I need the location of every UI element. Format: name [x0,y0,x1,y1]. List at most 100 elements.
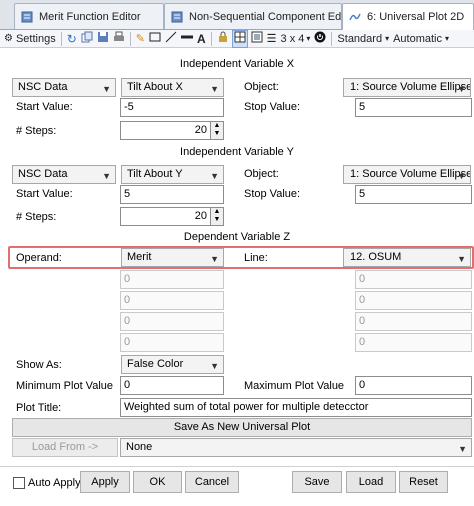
power-button[interactable] [313,31,327,47]
z-param-input[interactable]: 0 [355,291,472,310]
apply-button[interactable]: Apply [80,471,130,493]
y-stop-label: Stop Value: [244,188,301,200]
settings-label: Settings [15,32,56,45]
y-object-select[interactable]: 1: Source Volume Ellipse ▼ [343,165,471,184]
chevron-down-icon: ▼ [457,171,466,181]
y-steps-label: # Steps: [16,211,57,223]
y-param-select[interactable]: Tilt About Y ▼ [121,165,224,184]
x-stop-label: Stop Value: [244,101,301,113]
y-type-select[interactable]: NSC Data ▼ [12,165,116,184]
layout-label: 3 x 4 [280,32,305,45]
min-plot-input[interactable]: 0 [120,376,224,395]
print-icon [113,31,125,46]
auto-apply-label[interactable]: Auto Apply [28,474,81,492]
plot-title-label: Plot Title: [16,402,62,414]
select-value: Merit [127,251,152,263]
chevron-down-icon: ▾ [306,34,311,43]
editor-icon [171,11,183,23]
standard-dropdown[interactable]: Standard ▾ [336,31,390,47]
x-start-label: Start Value: [16,101,73,113]
text-icon: A [197,31,206,46]
max-plot-input[interactable]: 0 [355,376,472,395]
z-param-input[interactable]: 0 [120,312,224,331]
chevron-down-icon: ▼ [210,254,219,264]
save-button[interactable]: Save [292,471,342,493]
thick-line-button[interactable] [180,31,194,47]
z-param-input[interactable]: 0 [120,333,224,352]
line-button[interactable] [164,31,178,47]
save-icon [97,31,109,46]
plot-icon [349,11,361,23]
independent-variable-y-heading: Independent Variable Y [180,146,294,158]
x-steps-input[interactable]: 20 [120,121,224,140]
load-from-button[interactable]: Load From -> [12,438,118,457]
text-button[interactable]: A [196,31,207,47]
toolbar-separator [331,31,333,46]
chevron-down-icon: ▼ [102,84,111,94]
load-button[interactable]: Load [346,471,396,493]
zoom-button[interactable] [250,31,264,47]
lock-button[interactable] [216,31,230,47]
select-value: Tilt About Y [127,168,183,180]
chevron-down-icon: ▼ [457,84,466,94]
z-param-input[interactable]: 0 [120,291,224,310]
automatic-label: Automatic [393,32,443,45]
refresh-button[interactable]: ↻ [66,31,78,47]
print-button[interactable] [112,31,126,47]
automatic-dropdown[interactable]: Automatic ▾ [392,31,450,47]
select-value: NSC Data [18,168,68,180]
x-start-input[interactable]: -5 [120,98,224,117]
x-stop-input[interactable]: 5 [355,98,472,117]
tab-universal-plot-2d[interactable]: 6: Universal Plot 2D [342,3,474,30]
y-steps-spinner[interactable]: ▲ ▼ [210,207,224,226]
chevron-down-icon: ▼ [210,171,219,181]
y-object-label: Object: [244,168,279,180]
tab-non-sequential-component-editor[interactable]: Non-Sequential Component Editor [164,3,342,29]
spin-up-icon: ▲ [213,208,221,215]
tab-label: Non-Sequential Component Editor [189,10,342,23]
cancel-button[interactable]: Cancel [185,471,239,493]
operand-label: Operand: [16,252,62,264]
x-object-select[interactable]: 1: Source Volume Ellipse ▼ [343,78,471,97]
reset-button[interactable]: Reset [399,471,448,493]
settings-button[interactable]: ⚙ Settings [3,31,57,47]
spin-down-icon: ▼ [213,130,221,137]
z-param-input[interactable]: 0 [355,333,472,352]
save-as-new-universal-plot-button[interactable]: Save As New Universal Plot [12,418,472,437]
tab-label: 6: Universal Plot 2D [367,11,465,23]
x-param-select[interactable]: Tilt About X ▼ [121,78,224,97]
standard-label: Standard [337,32,383,45]
z-param-input[interactable]: 0 [355,270,472,289]
select-value: NSC Data [18,81,68,93]
save-icon-button[interactable] [96,31,110,47]
x-steps-spinner[interactable]: ▲ ▼ [210,121,224,140]
y-steps-input[interactable]: 20 [120,207,224,226]
line-select[interactable]: 12. OSUM ▼ [343,248,471,267]
auto-apply-checkbox[interactable] [13,477,25,489]
x-type-select[interactable]: NSC Data ▼ [12,78,116,97]
layout-dropdown[interactable]: 3 x 4 ▾ [280,31,312,47]
y-start-input[interactable]: 5 [120,185,224,204]
grid-button[interactable] [231,29,248,48]
tab-bar: Merit Function Editor Non-Sequential Com… [0,0,474,30]
grid-icon [234,31,246,46]
rectangle-button[interactable] [148,31,162,47]
zoom-icon [251,31,263,46]
settings-icon: ⚙ [4,33,13,44]
z-param-input[interactable]: 0 [120,270,224,289]
show-as-select[interactable]: False Color ▼ [121,355,224,374]
select-value: None [126,441,153,453]
y-stop-input[interactable]: 5 [355,185,472,204]
copy-button[interactable] [80,31,94,47]
plot-title-input[interactable]: Weighted sum of total power for multiple… [120,398,472,417]
power-icon [314,31,326,46]
pencil-button[interactable]: ✎ [135,31,146,47]
operand-select[interactable]: Merit ▼ [121,248,224,267]
chevron-down-icon: ▾ [445,34,450,43]
ok-button[interactable]: OK [133,471,182,493]
z-param-input[interactable]: 0 [355,312,472,331]
line-label: Line: [244,252,268,264]
load-from-select[interactable]: None ▼ [120,438,472,457]
tab-merit-function-editor[interactable]: Merit Function Editor [14,3,164,29]
layers-button[interactable]: ☰ [266,31,278,47]
